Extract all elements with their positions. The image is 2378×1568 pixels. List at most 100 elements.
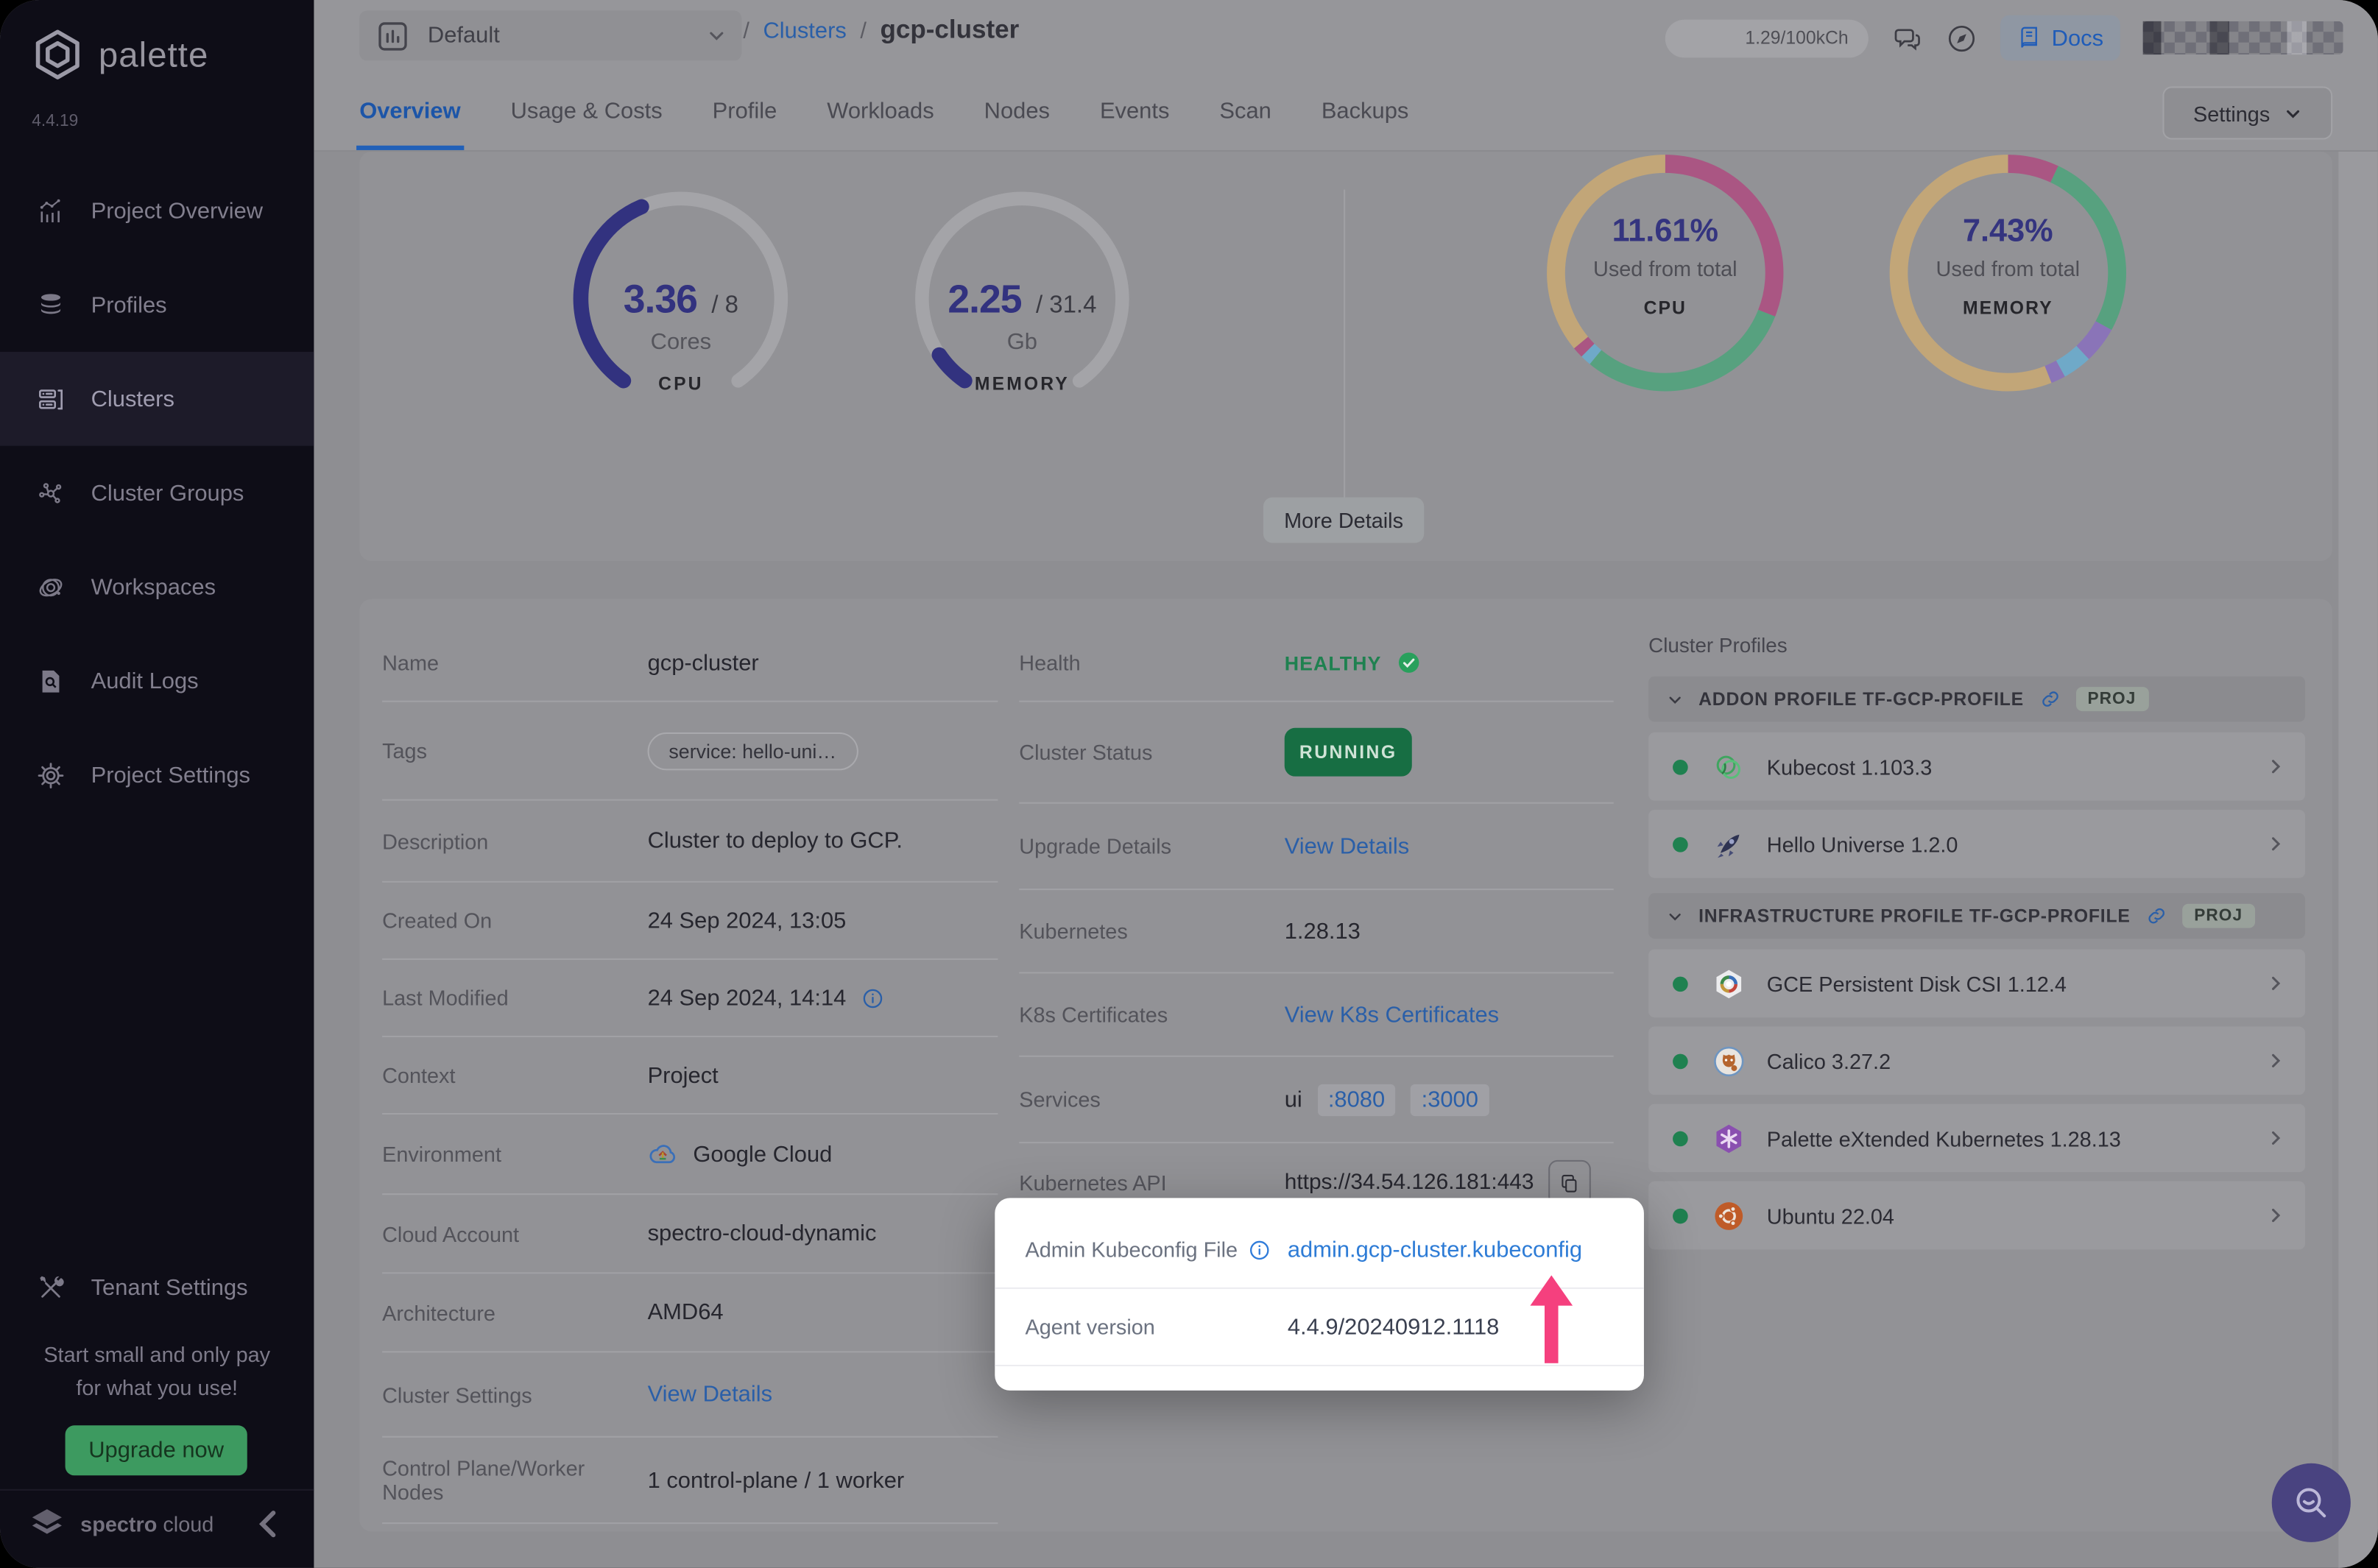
cluster-profiles-title: Cluster Profiles <box>1648 634 2305 657</box>
detail-label: Kubernetes <box>1019 919 1284 943</box>
sidebar-item-cluster-groups[interactable]: Cluster Groups <box>0 446 314 540</box>
scope-badge: PROJ <box>2075 687 2148 711</box>
profile-pack-gce-persistent-disk-csi-1-12-4[interactable]: GCE Persistent Disk CSI 1.12.4 <box>1648 949 2305 1017</box>
sidebar-item-project-settings[interactable]: Project Settings <box>0 728 314 822</box>
detail-label: Architecture <box>382 1300 647 1324</box>
profile-group-header-addon-profile-tf-gcp-profile[interactable]: ADDON PROFILE TF-GCP-PROFILEPROJ <box>1648 677 2305 722</box>
cpu-usage-gauge: 3.36 / 8 Cores CPU <box>552 170 810 428</box>
sidebar-item-clusters[interactable]: Clusters <box>0 352 314 446</box>
memory-donut-subtitle: Used from total <box>1879 256 2137 280</box>
chevron-right-icon <box>2265 1206 2285 1226</box>
tab-nodes[interactable]: Nodes <box>984 71 1050 150</box>
scroll-gutter[interactable] <box>2338 152 2378 1568</box>
profile-pack-ubuntu-22-04[interactable]: Ubuntu 22.04 <box>1648 1182 2305 1250</box>
more-details-button[interactable]: More Details <box>1263 498 1424 543</box>
admin-kubeconfig-link[interactable]: admin.gcp-cluster.kubeconfig <box>1288 1237 1582 1262</box>
chevron-down-icon <box>2284 104 2302 122</box>
detail-label: Context <box>382 1063 647 1087</box>
sidebar-item-label: Project Overview <box>91 198 264 224</box>
middle-row-cluster-status: Cluster StatusRUNNING <box>1019 702 1613 804</box>
ubuntu-logo-icon <box>1712 1198 1746 1232</box>
audit-logs-icon <box>36 666 65 695</box>
status-dot <box>1673 1131 1688 1146</box>
value-text: AMD64 <box>648 1299 724 1325</box>
left-row-created-on: Created On24 Sep 2024, 13:05 <box>382 883 998 960</box>
tab-overview[interactable]: Overview <box>359 71 460 150</box>
memory-percent-used: 7.43% <box>1879 213 2137 250</box>
tab-usage-costs[interactable]: Usage & Costs <box>511 71 663 150</box>
info-icon[interactable] <box>861 986 884 1009</box>
sidebar-item-profiles[interactable]: Profiles <box>0 258 314 352</box>
gce-logo-icon <box>1712 967 1746 1000</box>
cpu-unit: Cores <box>552 329 810 355</box>
spectro-cloud-logo-icon <box>27 1504 67 1544</box>
status-dot <box>1673 1208 1688 1223</box>
scope-badge: PROJ <box>2182 904 2255 928</box>
profile-pack-kubecost-1-103-3[interactable]: Kubecost 1.103.3 <box>1648 732 2305 801</box>
chevron-right-icon <box>2265 757 2285 777</box>
cpu-donut-subtitle: Used from total <box>1536 256 1794 280</box>
collapse-sidebar-icon[interactable] <box>249 1504 289 1544</box>
panel-divider <box>1344 189 1345 511</box>
workspaces-icon <box>36 573 65 601</box>
breadcrumb-clusters-link[interactable]: Clusters <box>763 18 846 43</box>
chevron-down-icon <box>1667 908 1684 925</box>
sidebar: palette 4.4.19 Project OverviewProfilesC… <box>0 0 314 1568</box>
status-dot <box>1673 836 1688 852</box>
value-text: 1.28.13 <box>1285 918 1361 944</box>
detail-label: Control Plane/Worker Nodes <box>382 1456 647 1505</box>
detail-value: service: hello-uni… <box>648 732 858 769</box>
info-icon[interactable] <box>1248 1238 1271 1261</box>
screenshot-viewport: palette 4.4.19 Project OverviewProfilesC… <box>0 0 2378 1568</box>
cluster-settings-link[interactable]: View Details <box>648 1382 772 1408</box>
sidebar-item-label: Clusters <box>91 386 174 412</box>
pack-name: GCE Persistent Disk CSI 1.12.4 <box>1767 971 2067 995</box>
detail-value: AMD64 <box>648 1299 724 1325</box>
profile-pack-palette-extended-kubernetes-1-28-13[interactable]: Palette eXtended Kubernetes 1.28.13 <box>1648 1104 2305 1173</box>
tab-events[interactable]: Events <box>1100 71 1169 150</box>
compass-icon[interactable] <box>1945 22 1977 54</box>
tab-workloads[interactable]: Workloads <box>827 71 934 150</box>
profile-pack-calico-3-27-2[interactable]: Calico 3.27.2 <box>1648 1027 2305 1095</box>
tab-scan[interactable]: Scan <box>1219 71 1271 150</box>
profile-group-header-infrastructure-profile-tf-gcp-profile[interactable]: INFRASTRUCTURE PROFILE TF-GCP-PROFILEPRO… <box>1648 893 2305 939</box>
sidebar-item-tenant-settings[interactable]: Tenant Settings <box>0 1240 314 1335</box>
footer-brand-light: cloud <box>163 1512 214 1536</box>
footer-brand-bold: spectro <box>80 1512 157 1536</box>
sidebar-item-label: Cluster Groups <box>91 480 244 506</box>
detail-label: Health <box>1019 651 1284 675</box>
redacted-username <box>2143 21 2343 54</box>
cluster-details-panel: Namegcp-clusterTagsservice: hello-uni…De… <box>359 599 2332 1532</box>
left-row-tags: Tagsservice: hello-uni… <box>382 702 998 801</box>
cluster-groups-icon <box>36 478 65 507</box>
tag-pill[interactable]: service: hello-uni… <box>648 732 858 769</box>
chat-icon[interactable] <box>1891 22 1922 54</box>
docs-button[interactable]: Docs <box>2000 15 2120 61</box>
detail-label: Tags <box>382 738 647 763</box>
service-port-link[interactable]: :3000 <box>1411 1084 1489 1115</box>
settings-button[interactable]: Settings <box>2162 86 2332 139</box>
tab-profile[interactable]: Profile <box>713 71 777 150</box>
hello-universe-logo-icon <box>1712 827 1746 861</box>
upgrade-now-button[interactable]: Upgrade now <box>66 1425 247 1475</box>
middle-row-kubernetes: Kubernetes1.28.13 <box>1019 890 1613 973</box>
profiles-icon <box>36 290 65 319</box>
cluster-profiles-groups: ADDON PROFILE TF-GCP-PROFILEPROJ Kubecost… <box>1648 677 2305 1250</box>
sidebar-item-workspaces[interactable]: Workspaces <box>0 540 314 634</box>
profile-pack-hello-universe-1-2-0[interactable]: Hello Universe 1.2.0 <box>1648 810 2305 878</box>
service-port-link[interactable]: :8080 <box>1317 1084 1395 1115</box>
sidebar-item-project-overview[interactable]: Project Overview <box>0 163 314 258</box>
detail-label: Description <box>382 829 647 853</box>
tab-backups[interactable]: Backups <box>1322 71 1409 150</box>
project-selector[interactable]: Default <box>359 10 741 60</box>
project-selector-value: Default <box>428 23 500 49</box>
sidebar-item-audit-logs[interactable]: Audit Logs <box>0 634 314 728</box>
upgrade-details-link[interactable]: View Details <box>1285 833 1409 859</box>
k8s-certificates-link[interactable]: View K8s Certificates <box>1285 1002 1499 1028</box>
detail-label: Created On <box>382 908 647 933</box>
usage-quota-pill: 1.29/100kCh <box>1665 19 1868 57</box>
middle-row-services: Servicesui:8080:3000 <box>1019 1057 1613 1143</box>
search-fab-button[interactable] <box>2272 1463 2351 1542</box>
detail-label: Cluster Status <box>1019 740 1284 764</box>
promo-line1: Start small and only pay <box>0 1338 314 1371</box>
